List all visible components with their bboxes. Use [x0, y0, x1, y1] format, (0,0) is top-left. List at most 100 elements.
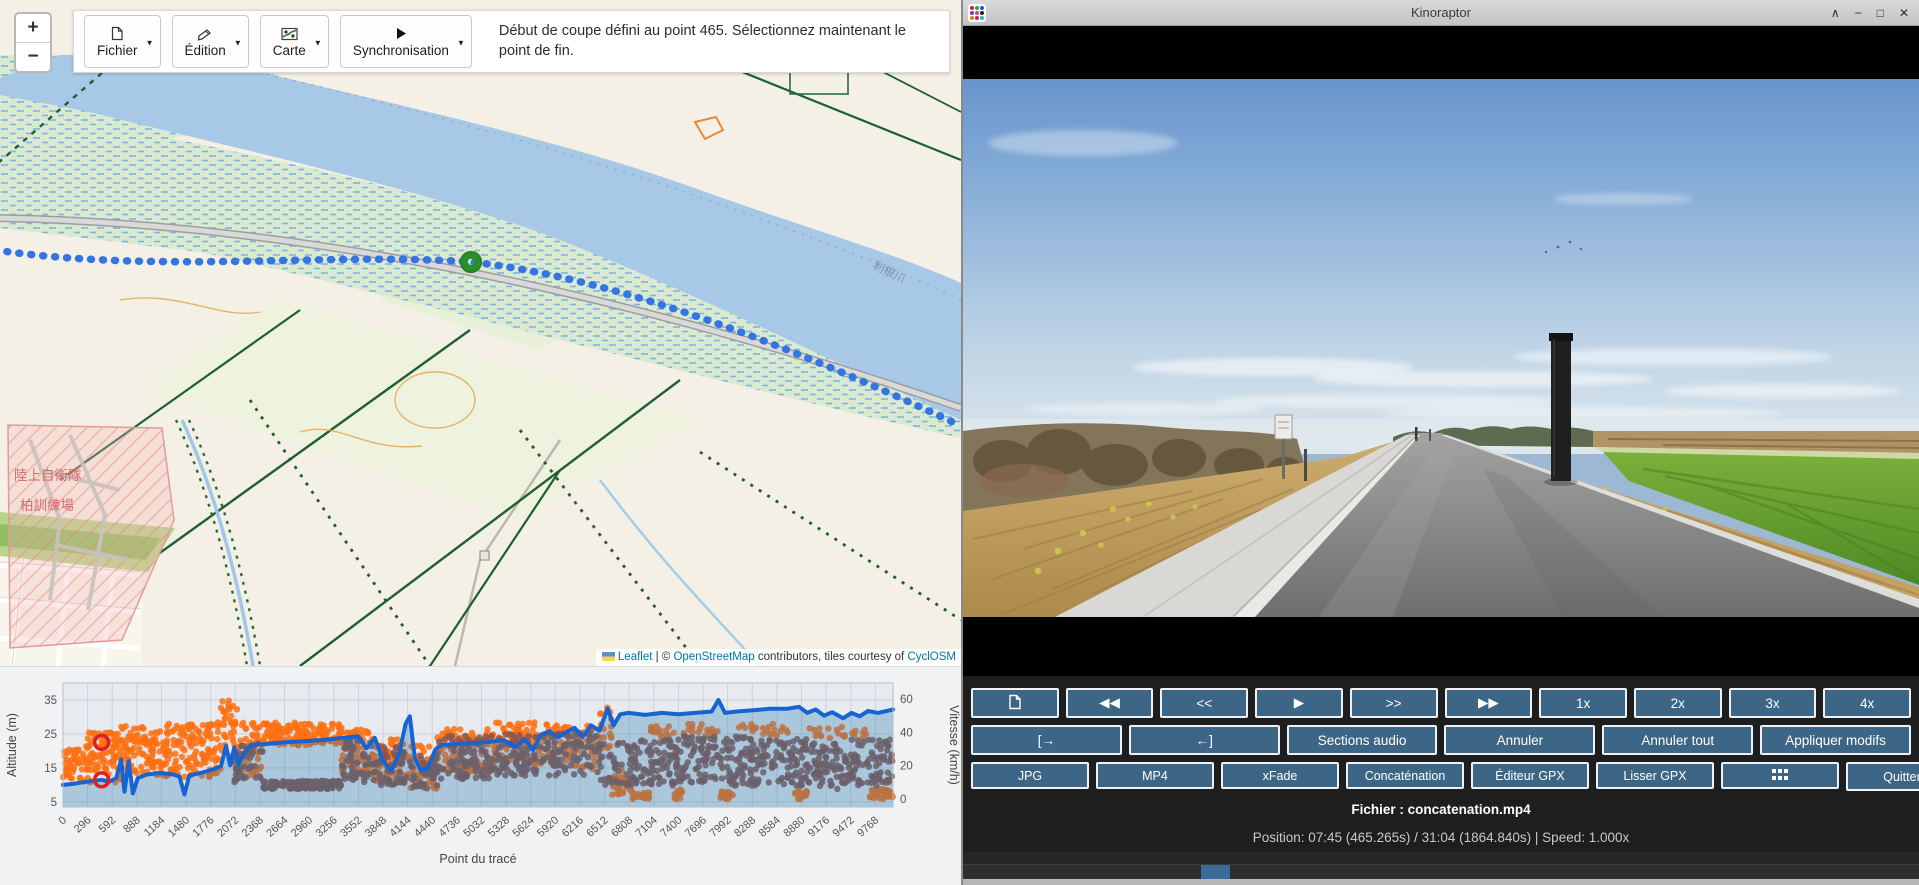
- edit-row: [→ ←] Sections audio Annuler Annuler tout App…: [971, 725, 1911, 755]
- map-icon: [281, 26, 298, 42]
- svg-text:20: 20: [900, 761, 913, 773]
- position-status: Position: 07:45 (465.265s) / 31:04 (1864…: [971, 830, 1911, 845]
- button-grid-icon[interactable]: [1721, 762, 1839, 789]
- chart-canvas: 5152535020406002965928881184148017762072…: [0, 667, 961, 885]
- seek-thumb[interactable]: [1201, 865, 1230, 879]
- minimize-window-button[interactable]: −: [1855, 6, 1862, 20]
- file-icon: [110, 26, 124, 42]
- svg-text:Point du tracé: Point du tracé: [439, 852, 516, 866]
- osm-link[interactable]: OpenStreetMap: [673, 651, 754, 663]
- button-btn[interactable]: ▶▶: [1445, 688, 1533, 718]
- button-label: Sections audio: [1318, 733, 1407, 748]
- chevron-down-icon: ▼: [234, 38, 242, 47]
- button-btn[interactable]: ◀◀: [1066, 688, 1154, 718]
- svg-text:5: 5: [51, 797, 57, 809]
- button-page-icon[interactable]: [971, 688, 1059, 718]
- window-title: Kinoraptor: [963, 0, 1919, 26]
- video-frame[interactable]: [963, 79, 1919, 617]
- cyclosm-link[interactable]: CyclOSM: [907, 651, 956, 663]
- edit-icon: [197, 26, 213, 42]
- button-concat-nation[interactable]: Concaténation: [1346, 762, 1464, 789]
- window-titlebar[interactable]: Kinoraptor ∧ − □ ✕: [963, 0, 1919, 26]
- close-window-button[interactable]: ✕: [1899, 6, 1909, 20]
- toolbar-button-label: Carte: [273, 43, 306, 58]
- attribution-text: | ©: [652, 651, 673, 663]
- button-label: >>: [1386, 696, 1402, 711]
- video-scene: [963, 79, 1919, 617]
- altitude-speed-chart[interactable]: 5152535020406002965928881184148017762072…: [0, 666, 961, 885]
- button-4x[interactable]: 4x: [1823, 688, 1911, 718]
- map-tiles: 利根川: [0, 0, 961, 666]
- toolbar-button-label: Synchronisation: [353, 43, 449, 58]
- toolbar-button-fichier[interactable]: Fichier ▼: [84, 15, 161, 68]
- kinoraptor-window: Kinoraptor ∧ − □ ✕: [963, 0, 1919, 885]
- button-label: ◀◀: [1099, 695, 1120, 711]
- button-label: 3x: [1765, 696, 1779, 711]
- military-area-label-1: 陸上自衛隊: [14, 468, 82, 483]
- toolbar-button-synchronisation[interactable]: Synchronisation ▼: [340, 15, 472, 68]
- button-lisser-gpx[interactable]: Lisser GPX: [1596, 762, 1714, 789]
- button-1x[interactable]: 1x: [1539, 688, 1627, 718]
- button-label: Éditeur GPX: [1495, 769, 1564, 783]
- button-label: <<: [1196, 696, 1212, 711]
- button-diteur-gpx[interactable]: Éditeur GPX: [1471, 762, 1589, 789]
- button-btn[interactable]: ▶: [1255, 688, 1343, 718]
- button-label: Concaténation: [1365, 769, 1446, 783]
- button-annuler[interactable]: Annuler: [1444, 725, 1595, 755]
- map-canvas[interactable]: 利根川: [0, 0, 961, 666]
- window-controls: ∧ − □ ✕: [1831, 0, 1909, 26]
- button-label: ←]: [1196, 733, 1213, 748]
- toolbar-button-edition[interactable]: Édition ▼: [172, 15, 249, 68]
- button-label: Annuler: [1497, 733, 1544, 748]
- page-icon: [1007, 694, 1022, 713]
- svg-text:60: 60: [900, 694, 913, 706]
- chevron-down-icon: ▼: [146, 38, 154, 47]
- gpx-editor-panel: 利根川: [0, 0, 961, 885]
- chevron-down-icon: ▼: [457, 38, 465, 47]
- button-btn[interactable]: <<: [1160, 688, 1248, 718]
- button-btn[interactable]: ←]: [1129, 725, 1280, 755]
- svg-text:40: 40: [900, 727, 913, 739]
- letterbox-bottom: [963, 617, 1919, 676]
- map-attribution: Leaflet | © OpenStreetMap contributors, …: [596, 649, 961, 666]
- button-jpg[interactable]: JPG: [971, 762, 1089, 789]
- button-label: 1x: [1576, 696, 1590, 711]
- map-zoom-out-button[interactable]: −: [16, 43, 50, 71]
- window-bottom-border: [963, 878, 1919, 885]
- button-label: [→: [1038, 733, 1055, 748]
- button-label: Appliquer modifs: [1785, 733, 1886, 748]
- button-sections-audio[interactable]: Sections audio: [1287, 725, 1438, 755]
- player-controls: ◀◀ << ▶ >> ▶▶ 1x 2x 3x 4x [→ ←] Sections audio Annu…: [963, 676, 1919, 852]
- seek-bar[interactable]: [963, 864, 1919, 879]
- button-btn[interactable]: >>: [1350, 688, 1438, 718]
- button-xfade[interactable]: xFade: [1221, 762, 1339, 789]
- svg-text:15: 15: [44, 763, 57, 775]
- toolbar-button-label: Fichier: [97, 43, 138, 58]
- button-appliquer-modifs[interactable]: Appliquer modifs: [1760, 725, 1911, 755]
- export-row: JPG MP4 xFade Concaténation Éditeur GPX Lisse…: [971, 762, 1911, 791]
- map-zoom-control: + −: [14, 12, 52, 73]
- svg-text:35: 35: [44, 695, 57, 707]
- ukraine-flag-icon: [602, 652, 615, 661]
- transport-row: ◀◀ << ▶ >> ▶▶ 1x 2x 3x 4x: [971, 688, 1911, 718]
- button-btn[interactable]: [→: [971, 725, 1122, 755]
- button-annuler-tout[interactable]: Annuler tout: [1602, 725, 1753, 755]
- button-mp4[interactable]: MP4: [1096, 762, 1214, 789]
- map-zoom-in-button[interactable]: +: [16, 14, 50, 42]
- svg-text:Altitude (m): Altitude (m): [5, 713, 19, 777]
- status-message: Début de coupe défini au point 465. Séle…: [499, 22, 929, 61]
- button-label: Annuler tout: [1641, 733, 1714, 748]
- shade-window-button[interactable]: ∧: [1831, 6, 1840, 20]
- button-label: Lisser GPX: [1623, 769, 1686, 783]
- app-root: 利根川: [0, 0, 1919, 885]
- quit-button[interactable]: Quitter: [1846, 762, 1919, 791]
- button-label: xFade: [1263, 769, 1298, 783]
- button-2x[interactable]: 2x: [1634, 688, 1722, 718]
- toolbar-button-label: Édition: [185, 43, 226, 58]
- letterbox-top: [963, 26, 1919, 79]
- maximize-window-button[interactable]: □: [1877, 6, 1884, 20]
- leaflet-link[interactable]: Leaflet: [618, 651, 653, 663]
- grid-icon: [1772, 769, 1788, 783]
- button-3x[interactable]: 3x: [1729, 688, 1817, 718]
- toolbar-button-carte[interactable]: Carte ▼: [260, 15, 329, 68]
